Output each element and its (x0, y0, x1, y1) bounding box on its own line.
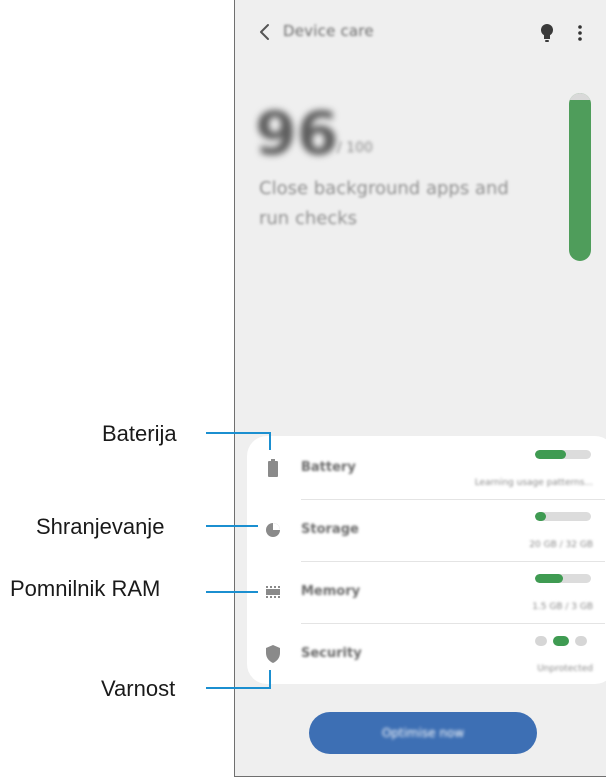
callout-leader-lines (206, 432, 271, 689)
leader-line-security (206, 670, 271, 689)
leader-line-battery (206, 432, 271, 450)
